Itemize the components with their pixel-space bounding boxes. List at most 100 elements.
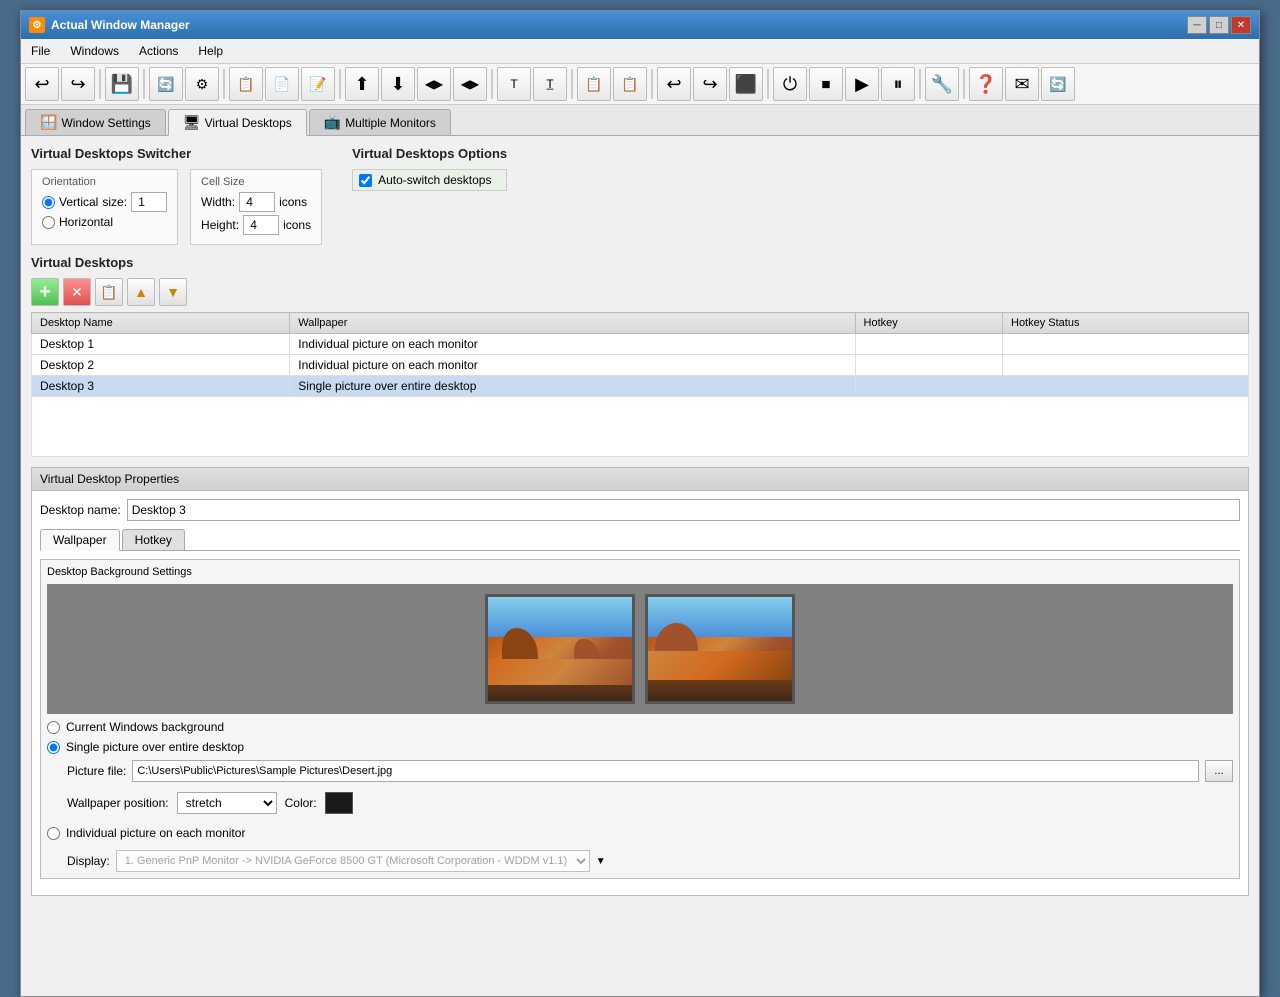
toolbar-paste[interactable]: 📄 (265, 67, 299, 101)
toolbar-copy[interactable]: 📋 (229, 67, 263, 101)
toolbar-pause[interactable]: ⏸ (881, 67, 915, 101)
toolbar-edit[interactable]: 📝 (301, 67, 335, 101)
picture-file-label: Picture file: (67, 764, 126, 778)
toolbar-forward[interactable]: ↪ (693, 67, 727, 101)
menu-actions[interactable]: Actions (129, 41, 188, 61)
table-header-row: Desktop Name Wallpaper Hotkey Hotkey Sta… (32, 313, 1249, 334)
move-down-button[interactable]: ▼ (159, 278, 187, 306)
individual-label: Individual picture on each monitor (66, 826, 245, 840)
tab-virtual-desktops[interactable]: 🖥 Virtual Desktops (168, 109, 307, 136)
height-row: Height: icons (201, 215, 311, 235)
toolbar-undo[interactable]: ↩ (25, 67, 59, 101)
toolbar-sep-2 (143, 69, 145, 99)
main-window: ⚙ Actual Window Manager ─ □ ✕ File Windo… (20, 10, 1260, 997)
col-hotkey-status: Hotkey Status (1003, 313, 1249, 334)
table-header: Desktop Name Wallpaper Hotkey Hotkey Sta… (32, 313, 1249, 334)
table-row[interactable]: Desktop 1 Individual picture on each mon… (32, 334, 1249, 355)
switcher-title: Virtual Desktops Switcher (31, 146, 322, 161)
position-row: Wallpaper position: stretch center tile … (67, 792, 1233, 814)
multiple-monitors-tab-icon: 📺 (324, 114, 341, 131)
toolbar-mail[interactable]: ✉ (1005, 67, 1039, 101)
width-input[interactable] (239, 192, 275, 212)
size-input[interactable] (131, 192, 167, 212)
toolbar-help[interactable]: ❓ (969, 67, 1003, 101)
horizontal-option: Horizontal (42, 215, 167, 229)
maximize-button[interactable]: □ (1209, 16, 1229, 34)
add-desktop-button[interactable]: + (31, 278, 59, 306)
desktop-name-input[interactable] (127, 499, 1240, 521)
move-up-button[interactable]: ▲ (127, 278, 155, 306)
single-picture-label: Single picture over entire desktop (66, 740, 244, 754)
switcher-section: Virtual Desktops Switcher Orientation Ve… (31, 146, 322, 245)
toolbar-redo[interactable]: ↪ (61, 67, 95, 101)
toolbar-sep-3 (223, 69, 225, 99)
toolbar-play[interactable]: ▶ (845, 67, 879, 101)
cell-size-group: Cell Size Width: icons Height: icons (190, 169, 322, 245)
table-row-selected[interactable]: Desktop 3 Single picture over entire des… (32, 376, 1249, 397)
toolbar-right[interactable]: ◀▶ (453, 67, 487, 101)
display-select[interactable]: 1. Generic PnP Monitor -> NVIDIA GeForce… (116, 850, 590, 872)
desktop-3-name: Desktop 3 (32, 376, 290, 397)
color-button[interactable] (325, 792, 353, 814)
wallpaper-position-select[interactable]: stretch center tile fit fill (177, 792, 277, 814)
individual-option: Individual picture on each monitor (47, 826, 1233, 840)
desktop-2-name: Desktop 2 (32, 355, 290, 376)
vd-options-section: Virtual Desktops Options Auto-switch des… (352, 146, 507, 191)
vertical-label: Vertical (59, 195, 98, 209)
tab-wallpaper[interactable]: Wallpaper (40, 529, 120, 551)
toolbar-left[interactable]: ◀▶ (417, 67, 451, 101)
virtual-desktops-tab-icon: 🖥 (183, 114, 201, 131)
monitor-1 (485, 594, 635, 704)
auto-switch-label: Auto-switch desktops (378, 173, 491, 187)
width-unit: icons (279, 195, 307, 209)
toolbar-down[interactable]: ⬇ (381, 67, 415, 101)
toolbar-clip1[interactable]: 📋 (577, 67, 611, 101)
toolbar-up[interactable]: ⬆ (345, 67, 379, 101)
height-input[interactable] (243, 215, 279, 235)
tab-hotkey[interactable]: Hotkey (122, 529, 185, 550)
toolbar-text2[interactable]: T̲ (533, 67, 567, 101)
toolbar-tools[interactable]: 🔧 (925, 67, 959, 101)
single-picture-radio[interactable] (47, 741, 60, 754)
vertical-radio[interactable] (42, 196, 55, 209)
table-row[interactable]: Desktop 2 Individual picture on each mon… (32, 355, 1249, 376)
toolbar-text1[interactable]: T (497, 67, 531, 101)
menu-help[interactable]: Help (188, 41, 233, 61)
toolbar-back[interactable]: ↩ (657, 67, 691, 101)
auto-switch-checkbox[interactable] (359, 174, 372, 187)
current-windows-radio[interactable] (47, 721, 60, 734)
single-picture-option: Single picture over entire desktop (47, 740, 1233, 754)
current-windows-label: Current Windows background (66, 720, 224, 734)
title-bar-buttons: ─ □ ✕ (1187, 16, 1251, 34)
close-button[interactable]: ✕ (1231, 16, 1251, 34)
menu-file[interactable]: File (21, 41, 60, 61)
desktop-name-row: Desktop name: (40, 499, 1240, 521)
virtual-desktops-section: Virtual Desktops + ✕ 📋 ▲ ▼ Desktop Name … (31, 255, 1249, 457)
desktop-2-wallpaper: Individual picture on each monitor (290, 355, 855, 376)
browse-button[interactable]: ... (1205, 760, 1233, 782)
remove-desktop-button[interactable]: ✕ (63, 278, 91, 306)
toolbar-sync[interactable]: 🔄 (1041, 67, 1075, 101)
toolbar-power[interactable]: ⏻ (773, 67, 807, 101)
minimize-button[interactable]: ─ (1187, 16, 1207, 34)
toolbar-settings[interactable]: ⚙ (185, 67, 219, 101)
display-row: Display: 1. Generic PnP Monitor -> NVIDI… (67, 850, 1233, 872)
tab-multiple-monitors[interactable]: 📺 Multiple Monitors (309, 109, 451, 135)
toolbar-stop[interactable]: ⬛ (729, 67, 763, 101)
toolbar-clip2[interactable]: 📋 (613, 67, 647, 101)
picture-file-input[interactable] (132, 760, 1199, 782)
horizontal-radio[interactable] (42, 216, 55, 229)
vd-options-title: Virtual Desktops Options (352, 146, 507, 161)
copy-desktop-button[interactable]: 📋 (95, 278, 123, 306)
switcher-options-row: Virtual Desktops Switcher Orientation Ve… (31, 146, 1249, 245)
horizontal-label: Horizontal (59, 215, 113, 229)
tab-window-settings[interactable]: 🪟 Window Settings (25, 109, 166, 135)
menu-bar: File Windows Actions Help (21, 39, 1259, 64)
toolbar-save[interactable]: 💾 (105, 67, 139, 101)
menu-windows[interactable]: Windows (60, 41, 129, 61)
desktop-1-wallpaper: Individual picture on each monitor (290, 334, 855, 355)
individual-radio[interactable] (47, 827, 60, 840)
toolbar-halt[interactable]: ⏹ (809, 67, 843, 101)
toolbar-refresh[interactable]: 🔄 (149, 67, 183, 101)
width-label: Width: (201, 195, 235, 209)
